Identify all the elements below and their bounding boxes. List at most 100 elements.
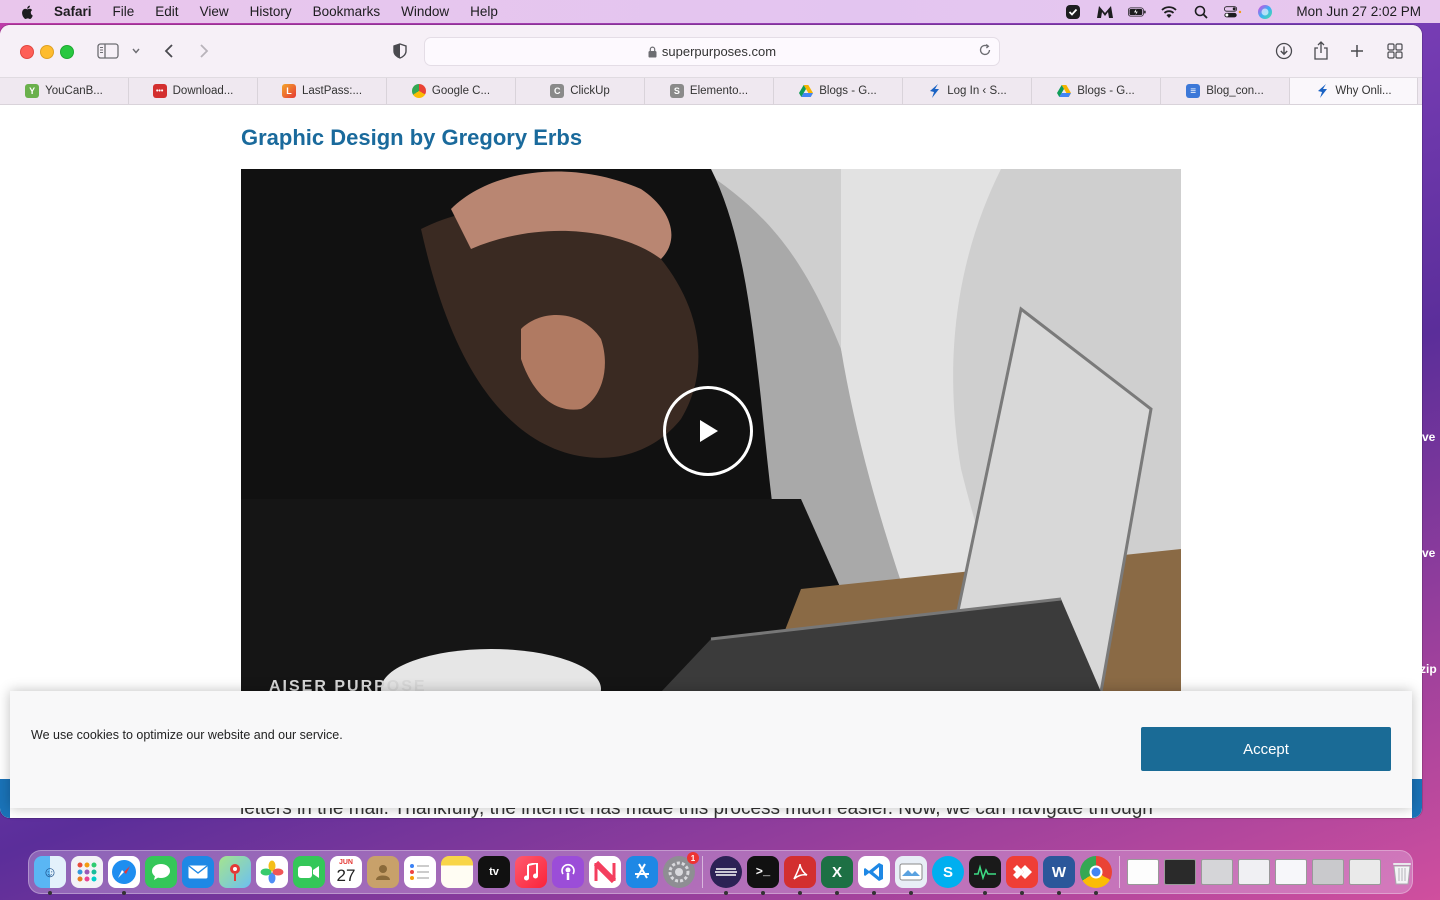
trash-icon[interactable] <box>1386 856 1418 888</box>
activity-monitor-icon[interactable] <box>969 856 1001 895</box>
share-icon[interactable] <box>1309 39 1333 63</box>
terminal-icon[interactable]: >_ <box>747 856 779 895</box>
close-window-button[interactable] <box>20 45 34 59</box>
system-preferences-icon[interactable]: 1 <box>663 852 699 888</box>
minimize-window-button[interactable] <box>40 45 54 59</box>
tab-google-chrome[interactable]: Google C... <box>387 78 516 104</box>
vscode-icon[interactable] <box>858 856 890 895</box>
desktop-edge-label-1: ve <box>1422 430 1436 444</box>
battery-icon[interactable] <box>1128 4 1147 20</box>
acrobat-icon[interactable] <box>784 856 816 895</box>
minimized-window-thumbnail[interactable] <box>1127 859 1159 885</box>
tab-download[interactable]: ••• Download... <box>129 78 258 104</box>
notes-icon[interactable] <box>441 856 473 888</box>
contacts-icon[interactable] <box>367 856 399 888</box>
elementor-favicon-icon: S <box>669 84 684 98</box>
tab-label: Log In ‹ S... <box>947 85 1007 97</box>
address-bar[interactable]: superpurposes.com <box>424 37 1000 66</box>
siri-icon[interactable] <box>1256 4 1274 20</box>
word-icon[interactable]: W <box>1043 856 1075 895</box>
mail-icon[interactable] <box>182 856 214 888</box>
downloads-icon[interactable] <box>1272 39 1296 63</box>
minimized-window-thumbnail[interactable] <box>1312 859 1344 885</box>
maps-icon[interactable] <box>219 856 251 888</box>
reload-icon[interactable] <box>978 43 992 57</box>
eclipse-icon[interactable] <box>710 856 742 895</box>
calendar-day: 27 <box>336 866 356 885</box>
control-center-icon[interactable] <box>1224 4 1242 20</box>
minimized-window-thumbnail[interactable] <box>1349 859 1381 885</box>
tab-login[interactable]: Log In ‹ S... <box>903 78 1032 104</box>
play-button[interactable] <box>663 386 753 476</box>
running-indicator <box>1094 891 1098 895</box>
lastpass-favicon-icon: L <box>281 84 296 98</box>
menu-edit[interactable]: Edit <box>155 4 178 19</box>
photos-icon[interactable] <box>256 856 288 888</box>
minimized-window-thumbnail[interactable] <box>1164 859 1196 885</box>
menu-bar: Safari File Edit View History Bookmarks … <box>0 0 1440 23</box>
reminders-icon[interactable] <box>404 856 436 888</box>
notification-badge: 1 <box>687 852 699 864</box>
tab-blog-content[interactable]: ≡ Blog_con... <box>1161 78 1290 104</box>
menu-window[interactable]: Window <box>401 4 449 19</box>
chrome-icon[interactable] <box>1080 856 1112 895</box>
accept-cookies-button[interactable]: Accept <box>1141 727 1391 771</box>
safari-icon[interactable] <box>108 856 140 895</box>
tab-lastpass[interactable]: L LastPass:... <box>258 78 387 104</box>
malwarebytes-icon[interactable] <box>1096 4 1114 20</box>
checkmark-status-icon[interactable] <box>1064 4 1082 20</box>
podcasts-icon[interactable] <box>552 856 584 888</box>
browser-toolbar: superpurposes.com <box>0 25 1422 78</box>
chevron-down-icon[interactable] <box>124 39 148 63</box>
back-button-icon[interactable] <box>157 39 181 63</box>
google-favicon-icon <box>411 84 426 98</box>
running-indicator <box>724 891 728 895</box>
calendar-icon[interactable]: JUN 27 <box>330 856 362 888</box>
tab-label: Google C... <box>431 85 491 97</box>
tab-overview-icon[interactable] <box>1383 39 1407 63</box>
tab-elementor[interactable]: S Elemento... <box>645 78 774 104</box>
google-drive-favicon-icon <box>799 84 814 98</box>
skype-icon[interactable]: S <box>932 856 964 888</box>
tab-blogs-drive-1[interactable]: Blogs - G... <box>774 78 903 104</box>
tab-label: YouCanB... <box>45 85 103 97</box>
fullscreen-window-button[interactable] <box>60 45 74 59</box>
minimized-window-thumbnail[interactable] <box>1275 859 1307 885</box>
cookie-message: We use cookies to optimize our website a… <box>31 728 343 742</box>
menu-file[interactable]: File <box>113 4 135 19</box>
excel-icon[interactable]: X <box>821 856 853 895</box>
facetime-icon[interactable] <box>293 856 325 888</box>
minimized-window-thumbnail[interactable] <box>1238 859 1270 885</box>
minimized-window-thumbnail[interactable] <box>1201 859 1233 885</box>
menu-history[interactable]: History <box>250 4 292 19</box>
news-icon[interactable] <box>589 856 621 888</box>
new-tab-plus-icon[interactable] <box>1345 39 1369 63</box>
spotlight-search-icon[interactable] <box>1192 4 1210 20</box>
menu-bookmarks[interactable]: Bookmarks <box>313 4 381 19</box>
app-store-icon[interactable] <box>626 856 658 888</box>
wifi-icon[interactable] <box>1160 4 1178 20</box>
cookie-consent-banner: We use cookies to optimize our website a… <box>10 691 1412 808</box>
menu-app-name[interactable]: Safari <box>54 4 92 19</box>
tab-label: LastPass:... <box>301 85 363 97</box>
anydesk-icon[interactable] <box>1006 856 1038 895</box>
sidebar-toggle-icon[interactable] <box>96 39 120 63</box>
tab-clickup[interactable]: C ClickUp <box>516 78 645 104</box>
launchpad-icon[interactable] <box>71 856 103 888</box>
music-icon[interactable] <box>515 856 547 888</box>
tab-label: ClickUp <box>570 85 610 97</box>
privacy-shield-icon[interactable] <box>388 39 412 63</box>
video-player[interactable]: AISER PURPOSE <box>241 169 1181 692</box>
apple-tv-icon[interactable]: tv <box>478 856 510 888</box>
forward-button-icon[interactable] <box>192 39 216 63</box>
finder-icon[interactable]: ☺ <box>34 856 66 895</box>
menu-view[interactable]: View <box>200 4 229 19</box>
apple-menu-icon[interactable] <box>18 4 38 20</box>
menu-help[interactable]: Help <box>470 4 498 19</box>
preview-icon[interactable] <box>895 856 927 895</box>
tab-youcanbook[interactable]: Y YouCanB... <box>0 78 129 104</box>
messages-icon[interactable] <box>145 856 177 888</box>
tab-blogs-drive-2[interactable]: Blogs - G... <box>1032 78 1161 104</box>
menu-clock[interactable]: Mon Jun 27 2:02 PM <box>1296 4 1421 19</box>
tab-why-online-active[interactable]: Why Onli... <box>1290 78 1418 104</box>
